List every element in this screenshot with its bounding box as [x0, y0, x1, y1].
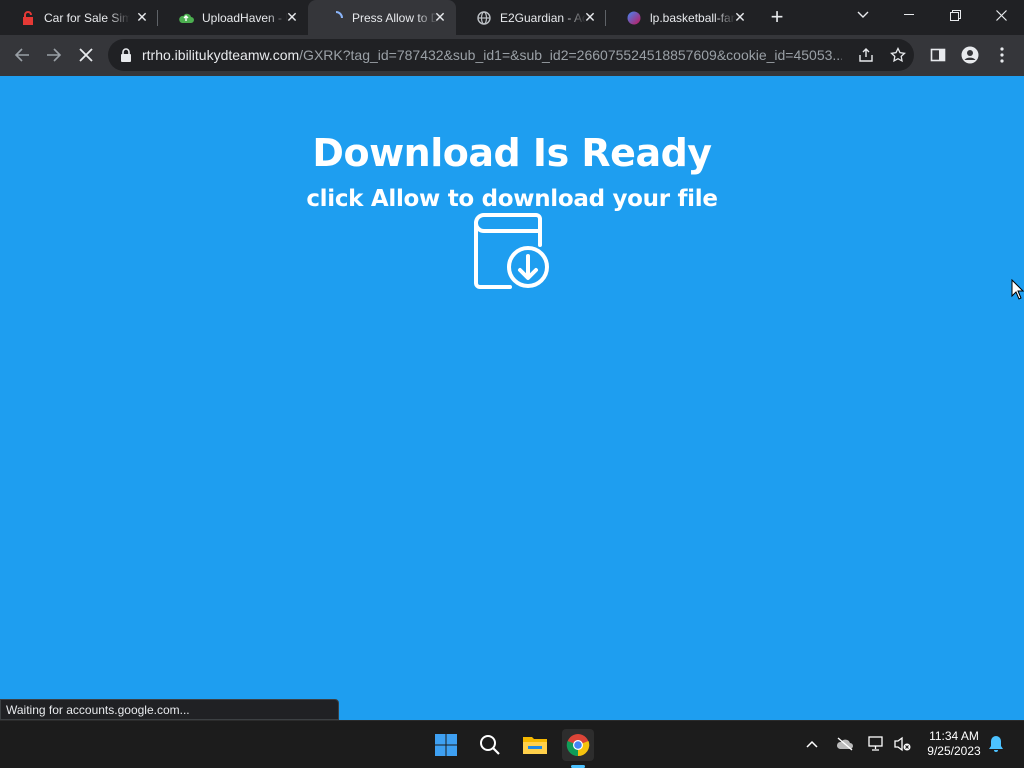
new-tab-button[interactable]: +: [765, 4, 789, 29]
address-bar[interactable]: rtrho.ibilitukydteamw.com/GXRK?tag_id=78…: [108, 39, 914, 71]
menu-kebab-icon[interactable]: [988, 41, 1016, 69]
close-tab-icon[interactable]: ✕: [732, 9, 748, 25]
search-icon[interactable]: [474, 729, 506, 761]
close-window-button[interactable]: [978, 0, 1024, 30]
chrome-taskbar-icon[interactable]: [562, 729, 594, 761]
tab-uploadhaven[interactable]: UploadHaven - Upload ✕: [158, 0, 308, 35]
back-button[interactable]: [8, 41, 36, 69]
status-bubble: Waiting for accounts.google.com...: [0, 699, 339, 720]
network-icon[interactable]: [865, 733, 887, 755]
url-host: rtrho.ibilitukydteamw.com: [142, 47, 300, 63]
cloud-icon: [178, 10, 194, 26]
taskbar: 11:34 AM 9/25/2023: [0, 720, 1024, 768]
purple-sphere-icon: [626, 10, 642, 26]
close-tab-icon[interactable]: ✕: [284, 9, 300, 25]
tab-title: UploadHaven - Upload: [202, 10, 288, 25]
url-text[interactable]: rtrho.ibilitukydteamw.com/GXRK?tag_id=78…: [142, 47, 842, 63]
tab-e2guardian[interactable]: E2Guardian - Access ✕: [456, 0, 606, 35]
tab-title: E2Guardian - Access: [500, 10, 586, 25]
tab-basketball-fans[interactable]: lp.basketball-fans ✕: [606, 0, 756, 35]
volume-muted-icon[interactable]: [891, 733, 913, 755]
minimize-button[interactable]: [886, 0, 932, 30]
browser-toolbar: rtrho.ibilitukydteamw.com/GXRK?tag_id=78…: [0, 35, 1024, 76]
notification-bell-icon[interactable]: [985, 733, 1007, 755]
tab-title: Press Allow to Download: [352, 10, 438, 25]
lock-icon[interactable]: [120, 47, 132, 63]
side-panel-icon[interactable]: [924, 41, 952, 69]
file-explorer-icon[interactable]: [519, 729, 551, 761]
tray-overflow-chevron-icon[interactable]: [801, 733, 823, 755]
restore-button[interactable]: [932, 0, 978, 30]
close-tab-icon[interactable]: ✕: [432, 9, 448, 25]
loading-icon: [328, 10, 344, 26]
bookmark-star-icon[interactable]: [887, 44, 909, 66]
onedrive-offline-icon[interactable]: [834, 733, 856, 755]
forward-button[interactable]: [40, 41, 68, 69]
tab-strip: Car for Sale Simulator ✕ UploadHaven - U…: [0, 0, 1024, 35]
system-clock[interactable]: 11:34 AM 9/25/2023: [918, 729, 990, 759]
red-lock-icon: [20, 10, 36, 26]
page-content: Download Is Ready click Allow to downloa…: [0, 76, 1024, 720]
page-heading: Download Is Ready: [312, 131, 712, 175]
close-tab-icon[interactable]: ✕: [582, 9, 598, 25]
stop-loading-button[interactable]: [72, 41, 100, 69]
clock-time: 11:34 AM: [929, 729, 979, 743]
tab-title: Car for Sale Simulator: [44, 10, 130, 25]
download-file-icon: [474, 213, 549, 289]
tab-title: lp.basketball-fans: [650, 10, 736, 25]
url-path: /GXRK?tag_id=787432&sub_id1=&sub_id2=266…: [299, 47, 842, 63]
mouse-cursor-icon: [1011, 279, 1024, 300]
tab-search-chevron-icon[interactable]: [840, 0, 886, 30]
share-icon[interactable]: [855, 44, 877, 66]
clock-date: 9/25/2023: [927, 744, 981, 758]
tab-car-for-sale[interactable]: Car for Sale Simulator ✕: [0, 0, 158, 35]
globe-icon: [476, 10, 492, 26]
tab-press-allow-active[interactable]: Press Allow to Download ✕: [308, 0, 456, 35]
close-tab-icon[interactable]: ✕: [134, 9, 150, 25]
windows-start-icon[interactable]: [430, 729, 462, 761]
profile-avatar-icon[interactable]: [956, 41, 984, 69]
